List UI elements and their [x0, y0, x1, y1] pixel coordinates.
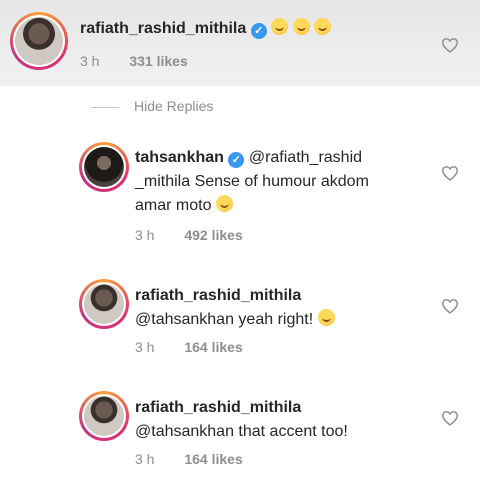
comment-time: 3 h	[135, 451, 155, 467]
comment-username[interactable]: rafiath_rashid_mithila	[135, 396, 435, 420]
heart-icon[interactable]	[441, 37, 459, 53]
avatar[interactable]	[79, 391, 129, 441]
comment-username[interactable]: rafiath_rashid_mithila	[80, 20, 246, 37]
comment-body: rafiath_rashid_mithila @tahsankhan that …	[135, 396, 435, 444]
emoji-icon	[292, 18, 310, 35]
emoji-icon	[317, 309, 335, 326]
emoji-icon	[314, 18, 332, 35]
comment-body: rafiath_rashid_mithila @tahsankhan yeah …	[135, 284, 435, 332]
comment-time: 3 h	[135, 227, 155, 243]
comment-meta: 3 h 164 likes	[135, 451, 243, 467]
avatar[interactable]	[79, 142, 129, 192]
emoji-icon	[271, 18, 289, 35]
heart-icon[interactable]	[441, 410, 459, 426]
heart-icon[interactable]	[441, 298, 459, 314]
comment-text: @tahsankhan that accent too!	[135, 423, 348, 440]
comment-text: _mithila Sense of humour akdom	[135, 173, 369, 190]
hide-replies-label: Hide Replies	[134, 98, 214, 114]
comment-time: 3 h	[135, 339, 155, 355]
avatar[interactable]	[79, 279, 129, 329]
comment-likes[interactable]: 492 likes	[184, 227, 242, 243]
divider-line	[91, 106, 119, 108]
comment-meta: 3 h 164 likes	[135, 339, 243, 355]
comment-username[interactable]: tahsankhan	[135, 149, 224, 166]
verified-icon: ✓	[228, 152, 245, 168]
comment-body: rafiath_rashid_mithila ✓	[80, 17, 420, 41]
comment-meta: 3 h 492 likes	[135, 227, 243, 243]
comment-likes[interactable]: 164 likes	[184, 339, 242, 355]
comment-text: @tahsankhan yeah right!	[135, 311, 314, 328]
heart-icon[interactable]	[441, 165, 459, 181]
emoji-icon	[215, 195, 233, 212]
verified-icon: ✓	[250, 23, 267, 39]
avatar[interactable]	[10, 12, 68, 70]
comment-likes[interactable]: 164 likes	[184, 451, 242, 467]
comment-likes[interactable]: 331 likes	[129, 53, 187, 69]
hide-replies-button[interactable]: Hide Replies	[91, 98, 213, 114]
comment-username[interactable]: rafiath_rashid_mithila	[135, 284, 435, 308]
comment-body: tahsankhan ✓ @rafiath_rashid _mithila Se…	[135, 146, 435, 218]
mention-link[interactable]: @rafiath_rashid	[249, 149, 362, 166]
comment-text: amar moto	[135, 197, 212, 214]
comment-meta: 3 h 331 likes	[80, 53, 188, 69]
comment-time: 3 h	[80, 53, 100, 69]
highlighted-comment-background	[0, 0, 480, 86]
